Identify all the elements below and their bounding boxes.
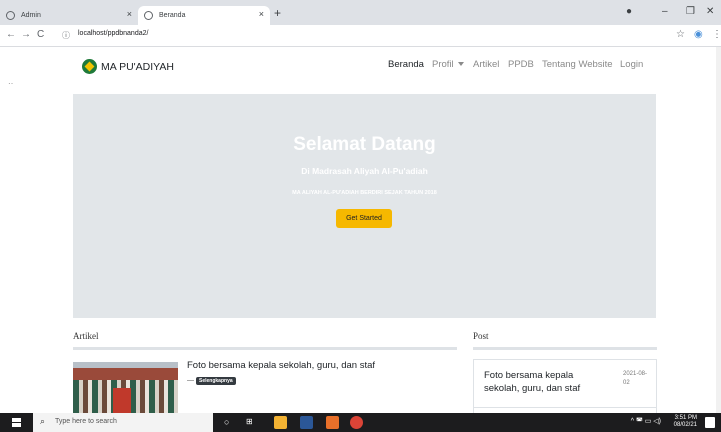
windows-start-icon[interactable] <box>12 418 21 427</box>
nav-ppdb[interactable]: PPDB <box>508 59 534 70</box>
cortana-icon[interactable]: ○ <box>224 417 237 430</box>
brand-name: MA PU'ADIYAH <box>101 60 174 73</box>
hero-title: Selamat Datang <box>293 134 436 155</box>
get-started-button[interactable]: Get Started <box>336 209 392 228</box>
back-icon[interactable]: ← <box>6 29 16 40</box>
tab-admin[interactable]: Admin × <box>0 6 138 25</box>
url-field[interactable]: localhost/ppdbnanda2/ <box>78 30 148 37</box>
task-view-icon[interactable]: ⊞ <box>246 417 259 430</box>
reload-icon[interactable]: C <box>37 29 44 40</box>
taskbar: ⌕ Type here to search ○ ⊞ ^ ◚ ▭ ◁) 3:51 … <box>0 413 721 432</box>
profile-icon[interactable]: ● <box>626 6 632 17</box>
chrome-icon[interactable] <box>350 416 363 429</box>
nav-profil[interactable]: Profil <box>432 59 464 70</box>
search-icon: ⌕ <box>40 416 46 426</box>
clock[interactable]: 3:51 PM 08/02/21 <box>657 415 697 429</box>
address-bar: ← → C ⓘ localhost/ppdbnanda2/ ☆ ◉ ⋮ <box>0 25 721 47</box>
star-icon[interactable]: ☆ <box>676 29 685 40</box>
nav-profil-label: Profil <box>432 59 454 70</box>
close-tab-icon[interactable]: × <box>127 9 132 19</box>
tab-beranda[interactable]: Beranda × <box>138 6 270 25</box>
xampp-icon[interactable] <box>326 416 339 429</box>
new-tab-button[interactable]: + <box>274 6 281 20</box>
website-viewport: ‥ MA PU'ADIYAH Beranda Profil Artikel PP… <box>0 47 721 413</box>
school-logo-icon <box>82 59 97 74</box>
nav-login[interactable]: Login <box>620 59 643 70</box>
nav-tentang-website[interactable]: Tentang Website <box>542 59 613 70</box>
article-title[interactable]: Foto bersama kepala sekolah, guru, dan s… <box>187 360 375 371</box>
hero-banner: Selamat Datang Di Madrasah Aliyah Al-Pu'… <box>73 94 656 318</box>
hero-subtitle: Di Madrasah Aliyah Al-Pu'adiah <box>301 166 428 176</box>
caret-down-icon <box>457 62 464 67</box>
read-more-badge[interactable]: Selengkapnya <box>196 377 236 385</box>
close-tab-icon[interactable]: × <box>259 9 264 19</box>
post-title: Foto bersama kepala sekolah, guru, dan s… <box>484 370 581 394</box>
artikel-divider <box>73 347 457 350</box>
taskbar-search[interactable]: ⌕ Type here to search <box>33 413 213 432</box>
ellipsis-icon: ‥ <box>8 77 14 86</box>
restore-button[interactable]: ❐ <box>686 6 695 17</box>
search-placeholder: Type here to search <box>55 418 117 425</box>
nav-beranda[interactable]: Beranda <box>388 59 424 70</box>
post-heading: Post <box>473 331 489 341</box>
word-icon[interactable] <box>300 416 313 429</box>
clock-date: 08/02/21 <box>673 422 697 428</box>
post-date: 2021-08-02 <box>623 371 648 386</box>
scrollbar[interactable] <box>716 47 721 413</box>
globe-icon <box>6 11 15 20</box>
menu-icon[interactable]: ⋮ <box>712 29 721 40</box>
info-icon[interactable]: ⓘ <box>62 30 70 41</box>
file-explorer-icon[interactable] <box>274 416 287 429</box>
forward-icon[interactable]: → <box>21 29 31 40</box>
artikel-heading: Artikel <box>73 331 99 341</box>
nav-artikel[interactable]: Artikel <box>473 59 499 70</box>
article-dash: — <box>187 377 194 384</box>
globe-icon <box>144 11 153 20</box>
tab-title: Admin <box>21 12 41 19</box>
close-window-button[interactable]: ✕ <box>706 6 714 17</box>
clock-time: 3:51 PM <box>674 415 697 421</box>
notification-icon[interactable] <box>705 417 715 428</box>
brand[interactable]: MA PU'ADIYAH <box>82 59 174 74</box>
post-divider <box>473 347 657 350</box>
minimize-button[interactable]: – <box>662 6 668 17</box>
browser-tab-bar: Admin × Beranda × + ● – ❐ ✕ <box>0 0 721 25</box>
article-thumbnail[interactable] <box>73 362 178 413</box>
hero-since: MA ALIYAH AL-PU'ADIAH BERDIRI SEJAK TAHU… <box>292 190 437 196</box>
tab-title: Beranda <box>159 12 186 19</box>
extension-icon[interactable]: ◉ <box>694 29 703 40</box>
post-list-item[interactable]: Foto bersama kepala sekolah, guru, dan s… <box>473 359 657 413</box>
